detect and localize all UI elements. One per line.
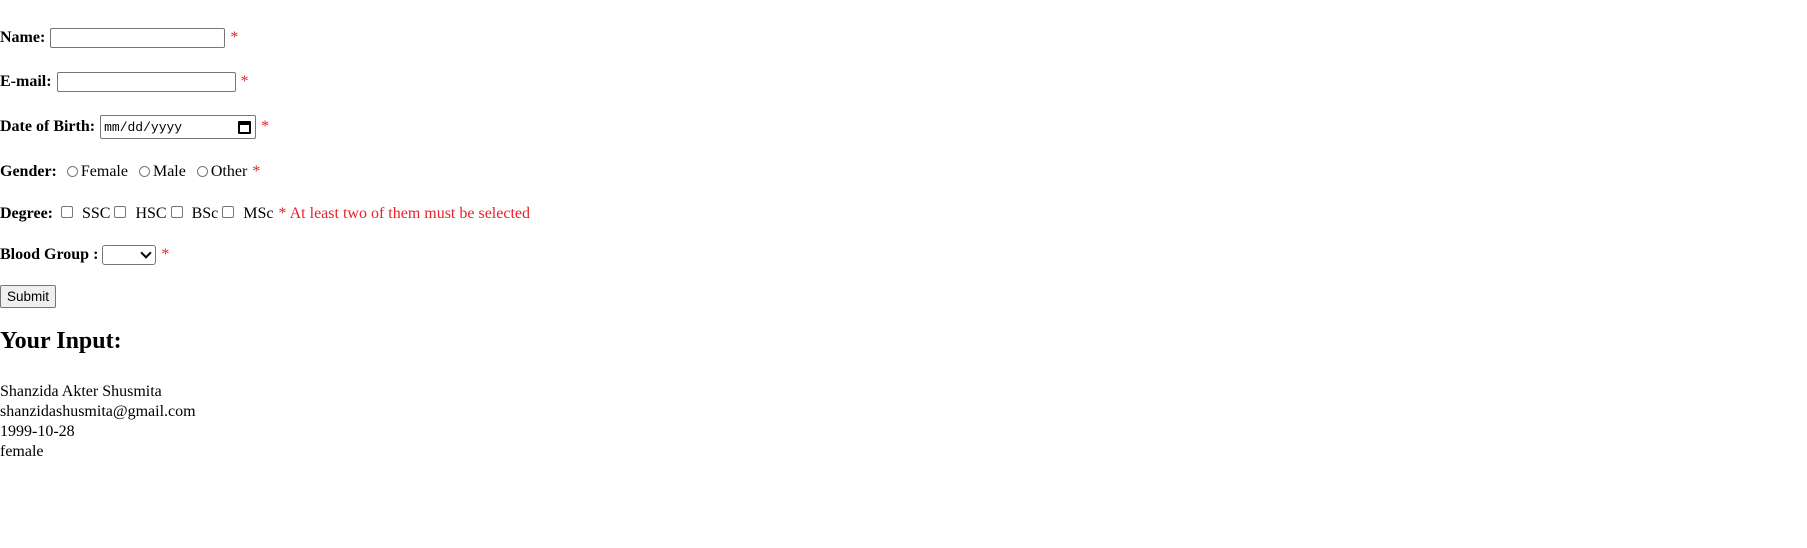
degree-label: Degree: <box>0 205 53 222</box>
dob-input[interactable]: mm/dd/yyyy <box>100 115 257 139</box>
gender-option-female: Female <box>80 163 128 180</box>
degree-option-bsc: BSc <box>191 205 219 222</box>
email-input[interactable] <box>56 72 236 92</box>
gender-radio-female[interactable] <box>66 165 78 177</box>
gender-row: Gender: Female Male Other * <box>0 160 260 184</box>
email-required-marker: * <box>240 73 249 90</box>
name-row: Name: * <box>0 26 238 50</box>
gender-required-marker: * <box>252 163 261 180</box>
gender-radio-male[interactable] <box>138 165 150 177</box>
output-line-dob: 1999-10-28 <box>0 423 75 440</box>
output-line-gender: female <box>0 443 44 460</box>
dob-placeholder: mm/dd/yyyy <box>104 119 183 135</box>
output-block: Shanzida Akter Shusmita shanzidashusmita… <box>0 382 196 462</box>
blood-group-required-marker: * <box>161 246 170 263</box>
email-label: E-mail: <box>0 73 52 90</box>
name-input[interactable] <box>50 28 226 48</box>
output-line-email: shanzidashusmita@gmail.com <box>0 403 196 420</box>
degree-checkbox-msc[interactable] <box>222 206 235 218</box>
degree-requirement-note: * At least two of them must be selected <box>278 205 531 222</box>
output-heading: Your Input: <box>0 328 122 354</box>
output-line-name: Shanzida Akter Shusmita <box>0 383 162 400</box>
email-row: E-mail: * <box>0 70 249 94</box>
degree-option-hsc: HSC <box>135 205 167 222</box>
degree-option-msc: MSc <box>243 205 274 222</box>
chevron-down-icon <box>140 247 153 259</box>
degree-checkbox-bsc[interactable] <box>170 206 183 218</box>
degree-row: Degree: SSC HSC BSc MSc * At least two o… <box>0 202 530 226</box>
dob-required-marker: * <box>261 118 270 135</box>
gender-label: Gender: <box>0 163 57 180</box>
name-label: Name: <box>0 29 46 46</box>
gender-radio-other[interactable] <box>196 165 208 177</box>
calendar-icon[interactable] <box>238 120 252 134</box>
gender-option-male: Male <box>152 163 186 180</box>
degree-option-ssc: SSC <box>82 205 111 222</box>
name-required-marker: * <box>230 29 239 46</box>
blood-group-label: Blood Group : <box>0 246 99 263</box>
blood-group-select[interactable] <box>102 245 157 265</box>
degree-checkbox-hsc[interactable] <box>114 206 127 218</box>
dob-row: Date of Birth: mm/dd/yyyy * <box>0 115 269 139</box>
blood-group-row: Blood Group : * <box>0 243 169 267</box>
submit-button[interactable]: Submit <box>0 285 57 308</box>
dob-label: Date of Birth: <box>0 118 96 135</box>
degree-checkbox-ssc[interactable] <box>61 206 73 218</box>
gender-option-other: Other <box>210 163 248 180</box>
